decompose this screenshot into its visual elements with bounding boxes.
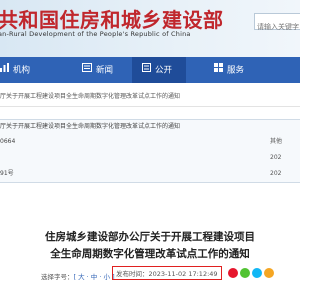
info-subject-value: 202 (270, 170, 282, 177)
publish-time-box: 发布时间：2023-11-02 17:12:49 (112, 266, 222, 280)
service-icon (214, 57, 223, 83)
info-index: 0664 (0, 138, 16, 145)
weibo-icon[interactable] (228, 268, 238, 278)
news-icon (82, 57, 92, 83)
site-subtitle: an-Rural Development of the People's Rep… (0, 30, 191, 38)
nav-item-label: 机构 (13, 65, 31, 76)
search-box[interactable] (254, 13, 300, 34)
font-size-selector: 选择字号：[ 大 · 中 · 小 ] (41, 271, 115, 281)
article-title: 住房城乡建设部办公厅关于开展工程建设项目 全生命周期数字化管理改革试点工作的通知 (0, 229, 300, 263)
site-header: 共和国住房和城乡建设部 an-Rural Development of the … (0, 0, 300, 57)
publish-time: 2023-11-02 17:12:49 (148, 270, 218, 278)
qq-icon[interactable] (252, 268, 262, 278)
wechat-icon[interactable] (240, 268, 250, 278)
info-doc-number: 91号 (0, 170, 14, 177)
nav-item-label: 公开 (155, 65, 173, 76)
info-row: 0664 其他 (0, 134, 300, 150)
info-row: 202 (0, 150, 300, 166)
main-nav: 机构 新闻 公开 服务 (0, 57, 300, 83)
site-title: 共和国住房和城乡建设部 (0, 8, 224, 32)
info-category-value: 其他 (270, 138, 283, 145)
article-title-line1: 住房城乡建设部办公厅关于开展工程建设项目 (45, 231, 255, 243)
open-icon (142, 57, 151, 83)
publish-label: 发布时间： (116, 270, 149, 278)
info-date-value: 202 (270, 154, 282, 161)
article-meta: 选择字号：[ 大 · 中 · 小 ] 发布时间：2023-11-02 17:12… (0, 266, 300, 282)
info-title: 厅关于开展工程建设项目全生命周期数字化管理改革试点工作的通知 (0, 123, 181, 130)
info-title-row: 厅关于开展工程建设项目全生命周期数字化管理改革试点工作的通知 (0, 120, 300, 134)
breadcrumb[interactable]: 厅关于开展工程建设项目全生命周期数字化管理改革试点工作的通知 (0, 91, 300, 100)
org-icon (0, 57, 9, 83)
share-bar (228, 268, 276, 278)
info-row: 91号 202 (0, 166, 300, 182)
nav-item-org[interactable]: 机构 (0, 57, 38, 83)
nav-item-label: 服务 (227, 65, 245, 76)
nav-item-news[interactable]: 新闻 (74, 57, 121, 83)
search-input[interactable] (257, 21, 300, 34)
nav-item-label: 新闻 (96, 65, 114, 76)
font-size-label: 选择字号： (41, 273, 74, 281)
divider (0, 106, 300, 107)
font-size-options[interactable]: [ 大 · 中 · 小 ] (74, 273, 115, 281)
nav-item-open[interactable]: 公开 (132, 57, 187, 83)
info-table: 厅关于开展工程建设项目全生命周期数字化管理改革试点工作的通知 0664 其他 2… (0, 119, 300, 183)
qzone-icon[interactable] (264, 268, 274, 278)
nav-item-service[interactable]: 服务 (206, 57, 252, 83)
article-title-line2: 全生命周期数字化管理改革试点工作的通知 (50, 248, 250, 260)
